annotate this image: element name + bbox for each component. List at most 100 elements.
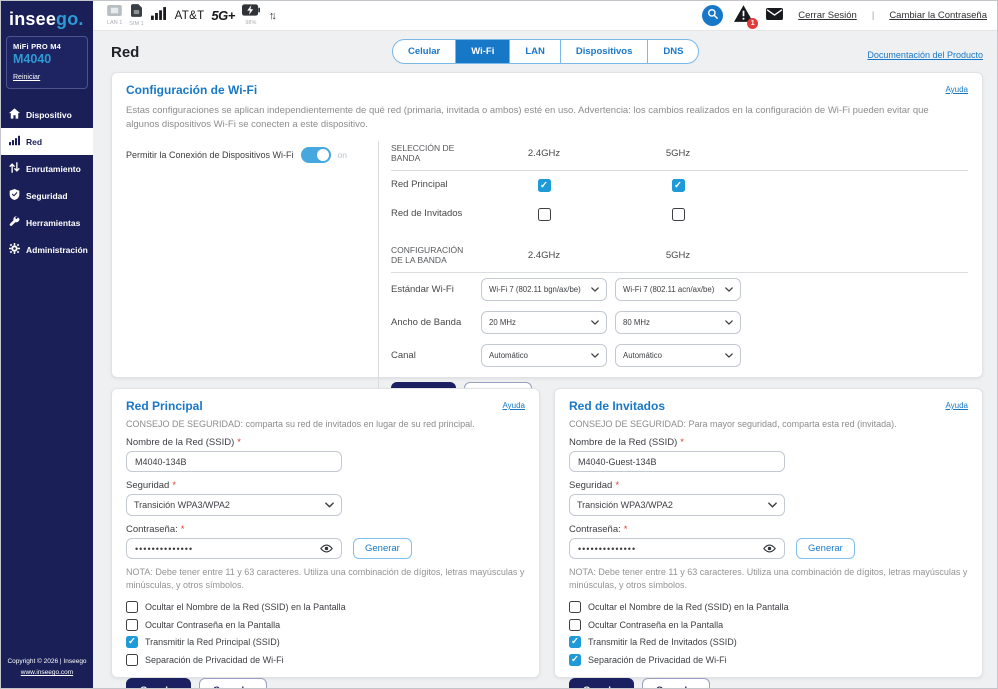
sidebar-item-herramientas[interactable]: Herramientas (1, 209, 93, 236)
ssid-label: Nombre de la Red (SSID)* (569, 437, 968, 448)
cancel-button[interactable]: Cancelar (199, 678, 267, 688)
change-password-link[interactable]: Cambiar la Contraseña (889, 10, 987, 21)
wifi-config-card: Configuración de Wi-Fi Ayuda Estas confi… (111, 72, 983, 378)
sim-caption: SIM 1 (129, 22, 143, 28)
hide-password-checkbox[interactable] (126, 619, 138, 631)
checkbox-label: Transmitir la Red Principal (SSID) (145, 637, 280, 647)
alerts-button[interactable]: 1 (734, 5, 753, 27)
primary-5ghz-checkbox[interactable] (672, 179, 685, 192)
security-tip: CONSEJO DE SEGURIDAD: Para mayor segurid… (569, 419, 968, 429)
channel-5ghz-select[interactable]: Automático (615, 344, 741, 367)
ssid-input[interactable]: M4040-Guest-134B (569, 451, 785, 472)
save-button[interactable]: Guardar (569, 678, 634, 688)
sidebar-item-administracion[interactable]: Administración (1, 236, 93, 263)
tab-lan[interactable]: LAN (510, 40, 561, 63)
row-label: Canal (391, 350, 477, 362)
tab-wifi[interactable]: Wi-Fi (456, 40, 510, 63)
sidebar-item-seguridad[interactable]: Seguridad (1, 182, 93, 209)
device-info-box: MiFi PRO M4 M4040 Reiniciar (6, 36, 88, 89)
wifi-enable-toggle[interactable] (301, 147, 331, 163)
generate-password-button[interactable]: Generar (796, 538, 855, 559)
sim-status: SIM 1 (129, 4, 143, 28)
help-link[interactable]: Ayuda (945, 85, 968, 94)
tab-dispositivos[interactable]: Dispositivos (561, 40, 649, 63)
password-note: NOTA: Debe tener entre 11 y 63 caractere… (569, 566, 968, 592)
privacy-separation-checkbox[interactable] (126, 654, 138, 666)
logout-link[interactable]: Cerrar Sesión (798, 10, 857, 21)
generate-password-button[interactable]: Generar (353, 538, 412, 559)
bandwidth-row: Ancho de Banda 20 MHz 80 MHz (391, 306, 968, 339)
signal-strength-icon (151, 7, 166, 25)
broadcast-ssid-checkbox[interactable] (126, 636, 138, 648)
inseego-website-link[interactable]: www.inseego.com (21, 669, 73, 676)
alert-count-badge: 1 (747, 18, 758, 29)
page-header: Red Celular Wi-Fi LAN Dispositivos DNS D… (111, 36, 983, 72)
hide-ssid-checkbox[interactable] (569, 601, 581, 613)
sidebar-item-label: Dispositivo (26, 110, 72, 120)
chevron-down-icon (721, 351, 733, 360)
primary-24ghz-checkbox[interactable] (538, 179, 551, 192)
hide-password-checkbox[interactable] (569, 619, 581, 631)
eye-icon[interactable] (320, 544, 333, 553)
password-input[interactable]: •••••••••••••• (569, 538, 785, 559)
channel-24ghz-select[interactable]: Automático (481, 344, 607, 367)
messages-button[interactable] (766, 7, 783, 25)
bandwidth-5ghz-select[interactable]: 80 MHz (615, 311, 741, 334)
checkbox-label: Transmitir la Red de Invitados (SSID) (588, 637, 737, 647)
security-select[interactable]: Transición WPA3/WPA2 (126, 494, 342, 516)
bandwidth-24ghz-select[interactable]: 20 MHz (481, 311, 607, 334)
logo-text: insee (9, 9, 56, 29)
restart-link[interactable]: Reiniciar (13, 74, 40, 81)
tab-dns[interactable]: DNS (648, 40, 698, 63)
search-button[interactable] (702, 5, 723, 26)
sidebar-item-enrutamiento[interactable]: Enrutamiento (1, 155, 93, 182)
select-value: Wi-Fi 7 (802.11 acn/ax/be) (623, 285, 714, 294)
option-broadcast-ssid: Transmitir la Red de Invitados (SSID) (569, 636, 968, 648)
toggle-knob (317, 149, 329, 161)
band-row-primary: Red Principal (391, 171, 968, 200)
signal-bars-icon (9, 135, 20, 148)
battery-percent: 98% (245, 21, 256, 27)
privacy-separation-checkbox[interactable] (569, 654, 581, 666)
row-label: Red Principal (391, 179, 477, 191)
sidebar-item-label: Herramientas (26, 218, 80, 228)
data-transfer-icon: ↑↓ (269, 10, 274, 22)
sidebar-item-dispositivo[interactable]: Dispositivo (1, 101, 93, 128)
ssid-input[interactable]: M4040-134B (126, 451, 342, 472)
wifi-standard-24ghz-select[interactable]: Wi-Fi 7 (802.11 bgn/ax/be) (481, 278, 607, 301)
ssid-value: M4040-Guest-134B (578, 457, 657, 467)
band-config-col-24ghz: 2.4GHz (481, 250, 607, 261)
product-documentation-link[interactable]: Documentación del Producto (867, 50, 983, 60)
password-masked-value: •••••••••••••• (578, 544, 636, 554)
select-value: 20 MHz (489, 318, 516, 327)
wifi-toggle-label: Permitir la Conexión de Dispositivos Wi-… (126, 150, 294, 160)
guest-24ghz-checkbox[interactable] (538, 208, 551, 221)
password-label: Contraseña:* (569, 524, 968, 535)
content-area: Red Celular Wi-Fi LAN Dispositivos DNS D… (93, 31, 997, 688)
sidebar-footer: Copyright © 2026 | Inseego www.inseego.c… (1, 648, 93, 688)
band-col-5ghz: 5GHz (615, 148, 741, 159)
battery-charging-icon (242, 4, 260, 20)
save-button[interactable]: Guardar (126, 678, 191, 688)
tab-label: Wi-Fi (471, 46, 494, 57)
guest-5ghz-checkbox[interactable] (672, 208, 685, 221)
password-input[interactable]: •••••••••••••• (126, 538, 342, 559)
sim-icon (131, 4, 142, 21)
lan-caption: LAN 1 (107, 21, 122, 27)
ssid-value: M4040-134B (135, 457, 187, 467)
help-link[interactable]: Ayuda (502, 401, 525, 410)
chevron-down-icon (721, 285, 733, 294)
eye-icon[interactable] (763, 544, 776, 553)
shield-icon (9, 189, 20, 202)
hide-ssid-checkbox[interactable] (126, 601, 138, 613)
cancel-button[interactable]: Cancelar (642, 678, 710, 688)
sidebar-item-red[interactable]: Red (1, 128, 93, 155)
copyright-text: Copyright © 2026 | Inseego (5, 656, 89, 667)
wifi-standard-5ghz-select[interactable]: Wi-Fi 7 (802.11 acn/ax/be) (615, 278, 741, 301)
select-value: Transición WPA3/WPA2 (577, 500, 673, 510)
tab-celular[interactable]: Celular (393, 40, 456, 63)
option-privacy-separation: Separación de Privacidad de Wi-Fi (569, 654, 968, 666)
broadcast-ssid-checkbox[interactable] (569, 636, 581, 648)
help-link[interactable]: Ayuda (945, 401, 968, 410)
security-select[interactable]: Transición WPA3/WPA2 (569, 494, 785, 516)
